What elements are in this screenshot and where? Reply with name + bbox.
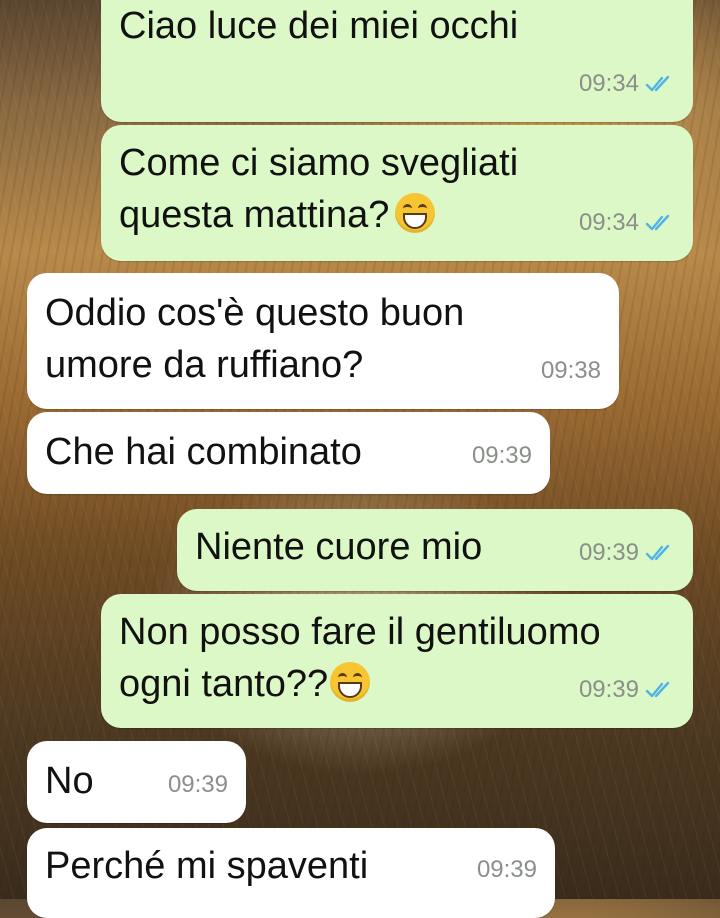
message-time: 09:34 (578, 70, 639, 97)
double-check-icon (645, 681, 670, 698)
message-text-line-2: ogni tanto?? (119, 658, 371, 710)
message-meta: 09:34 (579, 197, 675, 249)
double-check-icon (645, 214, 670, 231)
message-meta: 09:39 (168, 759, 228, 811)
double-check-icon (645, 544, 670, 561)
message-time: 09:39 (578, 539, 639, 566)
message-meta: 09:39 (472, 430, 532, 482)
message-time: 09:39 (167, 771, 228, 798)
grinning-face-emoji (395, 193, 436, 233)
message-bubble-incoming[interactable]: Perché mi spaventi 09:39 (27, 828, 555, 918)
message-bubble-outgoing[interactable]: Come ci siamo svegliati questa mattina? … (101, 125, 693, 261)
message-bubble-outgoing[interactable]: Niente cuore mio 09:39 (177, 509, 693, 591)
message-text: Che hai combinato (45, 431, 362, 473)
message-text-line-2: questa mattina? (119, 189, 436, 241)
message-meta: 09:34 (579, 58, 675, 110)
message-text: Ciao luce dei miei occhi (119, 5, 519, 47)
message-time: 09:34 (578, 209, 639, 236)
message-bubble-incoming[interactable]: Oddio cos'è questo buon umore da ruffian… (27, 273, 619, 409)
message-text: No (45, 760, 94, 802)
message-time: 09:39 (578, 676, 639, 703)
message-time: 09:38 (540, 357, 601, 384)
message-text: Niente cuore mio (195, 526, 483, 568)
message-text-line: umore da ruffiano? (45, 344, 364, 386)
message-text: ogni tanto?? (119, 663, 329, 705)
grinning-face-emoji (330, 662, 371, 702)
message-bubble-outgoing[interactable]: Ciao luce dei miei occhi 09:34 (101, 0, 693, 122)
message-bubble-incoming[interactable]: Che hai combinato 09:39 (27, 412, 550, 494)
message-text: questa mattina? (119, 194, 390, 236)
message-meta: 09:39 (477, 844, 537, 896)
message-meta: 09:39 (579, 664, 675, 716)
message-meta: 09:39 (579, 527, 675, 579)
message-bubble-outgoing[interactable]: Non posso fare il gentiluomo ogni tanto?… (101, 594, 693, 728)
message-text: Perché mi spaventi (45, 845, 369, 887)
message-time: 09:39 (476, 856, 537, 883)
message-text-line: Oddio cos'è questo buon (45, 292, 465, 334)
message-text-line: Come ci siamo svegliati (119, 142, 519, 184)
message-text-line: Non posso fare il gentiluomo (119, 611, 601, 653)
message-bubble-incoming[interactable]: No 09:39 (27, 741, 246, 823)
message-meta: 09:38 (541, 345, 601, 397)
message-time: 09:39 (471, 442, 532, 469)
double-check-icon (645, 75, 670, 92)
